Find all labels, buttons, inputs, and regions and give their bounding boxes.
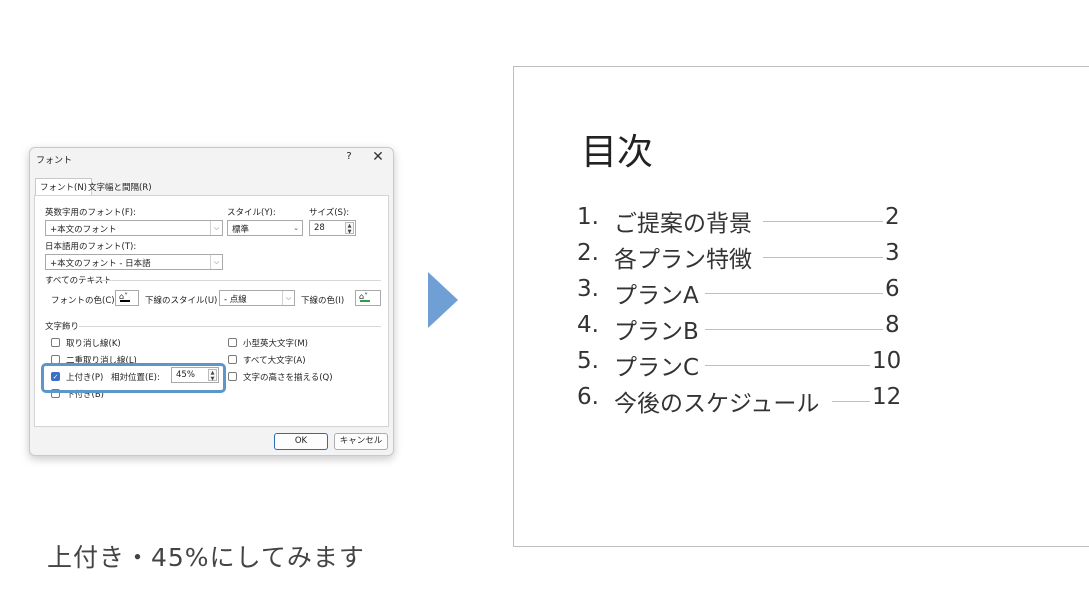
toc-number: 4. xyxy=(577,312,599,338)
toc-item: 2. 各プラン特徴 3 xyxy=(577,240,907,276)
toc-leader-line xyxy=(832,401,870,402)
tab-character-spacing[interactable]: 文字幅と間隔(R) xyxy=(84,179,156,195)
equalize-height-label: 文字の高さを揃える(Q) xyxy=(243,373,333,383)
subscript-label: 下付き(B) xyxy=(66,390,104,400)
superscript-label: 上付き(P) xyxy=(66,373,104,383)
chevron-down-icon: ⌵ xyxy=(210,255,222,269)
offset-label: 相対位置(E): xyxy=(111,373,160,383)
latin-font-label: 英数字用のフォント(F): xyxy=(45,208,136,218)
font-color-label: フォントの色(C) xyxy=(51,296,115,306)
right-arrow-icon xyxy=(428,272,458,328)
underline-color-label: 下線の色(I) xyxy=(301,296,345,306)
toc-leader-line xyxy=(705,329,883,330)
offset-value: 45% xyxy=(176,370,195,380)
underline-color-button[interactable]: ⌂˅ xyxy=(355,290,381,306)
toc-page: 8 xyxy=(885,312,900,338)
small-caps-label: 小型英大文字(M) xyxy=(243,339,308,349)
underline-style-select[interactable]: - 点線 ⌵ xyxy=(219,290,295,306)
asian-font-value: +本文のフォント - 日本語 xyxy=(50,259,151,269)
size-value: 28 xyxy=(314,223,325,233)
toc-number: 2. xyxy=(577,240,599,266)
ok-button[interactable]: OK xyxy=(274,433,328,450)
toc-page: 10 xyxy=(872,348,902,374)
toc-text: プランC xyxy=(614,348,700,382)
toc-leader-line xyxy=(705,365,870,366)
underline-style-label: 下線のスタイル(U) xyxy=(145,296,218,306)
toc-number: 6. xyxy=(577,384,599,410)
all-caps-label: すべて大文字(A) xyxy=(243,356,306,366)
asian-font-label: 日本語用のフォント(T): xyxy=(45,242,137,252)
font-color-button[interactable]: ⌂˅ xyxy=(115,290,139,306)
toc-text: プランA xyxy=(614,276,699,310)
asian-font-select[interactable]: +本文のフォント - 日本語 ⌵ xyxy=(45,254,223,270)
dialog-title: フォント xyxy=(36,156,73,166)
size-spinner[interactable]: 28 ▲ ▼ xyxy=(309,220,356,236)
size-label: サイズ(S): xyxy=(309,208,350,218)
style-value: 標準 xyxy=(232,225,250,235)
chevron-down-icon: ⌵ xyxy=(210,221,222,235)
toc-page: 6 xyxy=(885,276,900,302)
toc-text: ご提案の背景 xyxy=(614,204,752,238)
chevron-down-icon: ⌵ xyxy=(282,291,294,305)
font-color-swatch xyxy=(120,300,130,302)
small-caps-checkbox[interactable] xyxy=(228,338,237,347)
underline-style-value: - 点線 xyxy=(224,295,247,305)
font-tab-panel: 英数字用のフォント(F): +本文のフォント ⌵ スタイル(Y): 標準 ⌄ サ… xyxy=(34,195,389,427)
all-caps-checkbox[interactable] xyxy=(228,355,237,364)
divider xyxy=(95,280,381,281)
toc-number: 3. xyxy=(577,276,599,302)
offset-spinner[interactable]: 45% ▲ ▼ xyxy=(171,367,219,383)
spin-arrows-icon[interactable]: ▲ ▼ xyxy=(345,222,354,235)
close-icon[interactable]: ✕ xyxy=(371,149,385,165)
toc-item: 3. プランA 6 xyxy=(577,276,907,312)
latin-font-value: +本文のフォント xyxy=(50,225,117,235)
cancel-button[interactable]: キャンセル xyxy=(334,433,388,450)
spin-arrows-icon[interactable]: ▲ ▼ xyxy=(208,369,217,382)
slide-preview: 目次 1. ご提案の背景 2 2. 各プラン特徴 3 3. プランA 6 4. … xyxy=(513,66,1089,547)
toc-text: 今後のスケジュール xyxy=(614,384,820,418)
toc-leader-line xyxy=(763,257,883,258)
toc-item: 5. プランC 10 xyxy=(577,348,907,384)
slide-title: 目次 xyxy=(581,132,654,173)
chevron-down-icon: ⌄ xyxy=(290,221,302,235)
toc-item: 6. 今後のスケジュール 12 xyxy=(577,384,907,420)
toc-page: 3 xyxy=(885,240,900,266)
equalize-height-checkbox[interactable] xyxy=(228,372,237,381)
style-select[interactable]: 標準 ⌄ xyxy=(227,220,303,236)
toc-page: 12 xyxy=(872,384,902,410)
double-strikethrough-checkbox[interactable] xyxy=(51,355,60,364)
caption-text: 上付き・45%にしてみます xyxy=(47,543,365,572)
toc-text: 各プラン特徴 xyxy=(614,240,752,274)
toc-leader-line xyxy=(763,221,883,222)
divider xyxy=(79,326,381,327)
toc-leader-line xyxy=(705,293,883,294)
font-dialog: フォント ? ✕ フォント(N) 文字幅と間隔(R) 英数字用のフォント(F):… xyxy=(29,147,394,456)
strikethrough-label: 取り消し線(K) xyxy=(66,339,121,349)
effects-label: 文字飾り xyxy=(45,322,80,332)
strikethrough-checkbox[interactable] xyxy=(51,338,60,347)
underline-color-swatch xyxy=(360,300,370,302)
superscript-checkbox[interactable]: ✓ xyxy=(51,372,60,381)
toc-item: 1. ご提案の背景 2 xyxy=(577,204,907,240)
double-strikethrough-label: 二重取り消し線(L) xyxy=(66,356,137,366)
latin-font-select[interactable]: +本文のフォント ⌵ xyxy=(45,220,223,236)
toc-number: 1. xyxy=(577,204,599,230)
toc-text: プランB xyxy=(614,312,699,346)
help-icon[interactable]: ? xyxy=(343,151,355,162)
style-label: スタイル(Y): xyxy=(227,208,276,218)
toc-item: 4. プランB 8 xyxy=(577,312,907,348)
subscript-checkbox[interactable] xyxy=(51,389,60,398)
toc-number: 5. xyxy=(577,348,599,374)
toc-page: 2 xyxy=(885,204,900,230)
